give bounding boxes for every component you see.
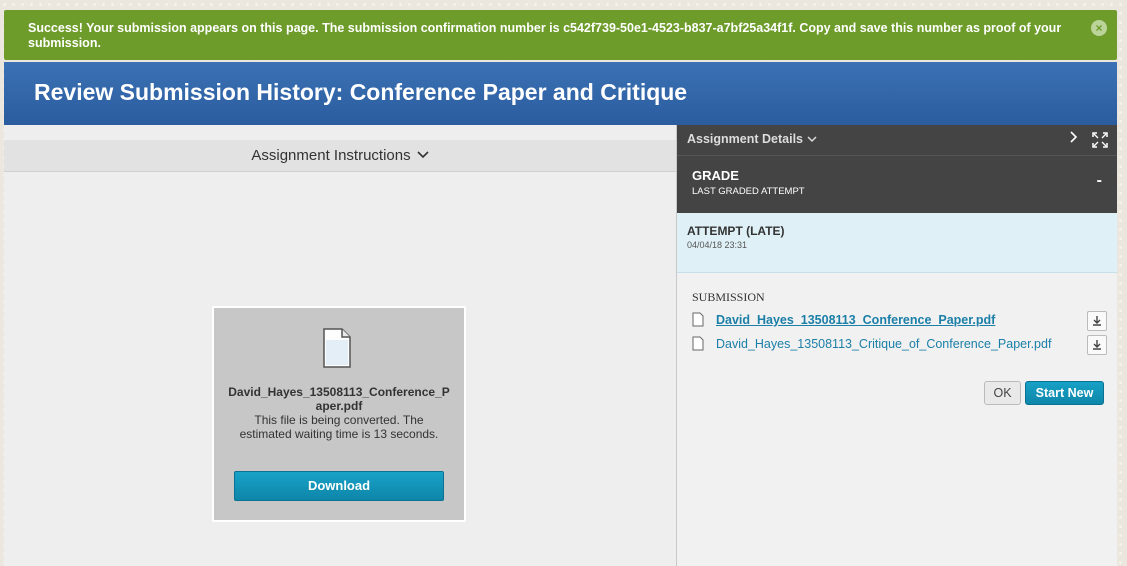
attempt-date: 04/04/18 23:31 [687, 240, 748, 250]
assignment-details-bar: Assignment Details [677, 125, 1117, 155]
assignment-instructions-toggle[interactable]: Assignment Instructions [4, 140, 676, 172]
grade-value: - [1096, 172, 1102, 189]
review-panel: Review Submission History: Conference Pa… [4, 62, 1117, 566]
page-title: Review Submission History: Conference Pa… [34, 79, 688, 105]
download-button[interactable]: Download [234, 471, 444, 501]
assignment-details-label: Assignment Details [687, 132, 804, 146]
file-icon [692, 312, 704, 327]
submission-file-row: David_Hayes_13508113_Conference_Paper.pd… [692, 311, 1107, 331]
attempt-section[interactable]: ATTEMPT (LATE) 04/04/18 23:31 [677, 213, 1117, 273]
ok-button[interactable]: OK [984, 381, 1021, 405]
chevron-down-icon [417, 140, 429, 171]
submission-file-link[interactable]: David_Hayes_13508113_Critique_of_Confere… [716, 337, 1051, 351]
success-message: Success! Your submission appears on this… [28, 21, 1062, 50]
success-banner: Success! Your submission appears on this… [4, 10, 1117, 60]
download-icon[interactable] [1087, 311, 1107, 331]
grade-title: GRADE [692, 168, 739, 183]
submission-label: SUBMISSION [692, 290, 765, 304]
expand-icon[interactable] [1092, 132, 1108, 148]
grade-subtitle: LAST GRADED ATTEMPT [692, 186, 805, 197]
assignment-details-toggle[interactable]: Assignment Details [687, 132, 817, 146]
submission-file-link[interactable]: David_Hayes_13508113_Conference_Paper.pd… [716, 313, 995, 327]
collapse-panel-icon[interactable] [1069, 130, 1078, 148]
grade-section: GRADE LAST GRADED ATTEMPT - [677, 155, 1117, 213]
file-icon [692, 336, 704, 351]
document-icon [323, 328, 351, 368]
preview-filename: David_Hayes_13508113_Conference_Paper.pd… [228, 385, 450, 413]
submission-file-row: David_Hayes_13508113_Critique_of_Confere… [692, 335, 1107, 355]
details-pane: Assignment Details GRADE LAST GRADED ATT… [676, 125, 1117, 566]
attempt-title: ATTEMPT (LATE) [687, 224, 785, 238]
download-icon[interactable] [1087, 335, 1107, 355]
conversion-message: This file is being converted. The estima… [239, 413, 439, 441]
page-header: Review Submission History: Conference Pa… [4, 62, 1117, 126]
file-preview-card: David_Hayes_13508113_Conference_Paper.pd… [212, 306, 466, 522]
assignment-instructions-label: Assignment Instructions [251, 147, 411, 164]
chevron-down-icon [806, 136, 817, 143]
instructions-pane: Assignment Instructions David_Hayes_1350… [4, 125, 676, 566]
close-icon[interactable]: × [1091, 20, 1107, 36]
start-new-button[interactable]: Start New [1025, 381, 1104, 405]
